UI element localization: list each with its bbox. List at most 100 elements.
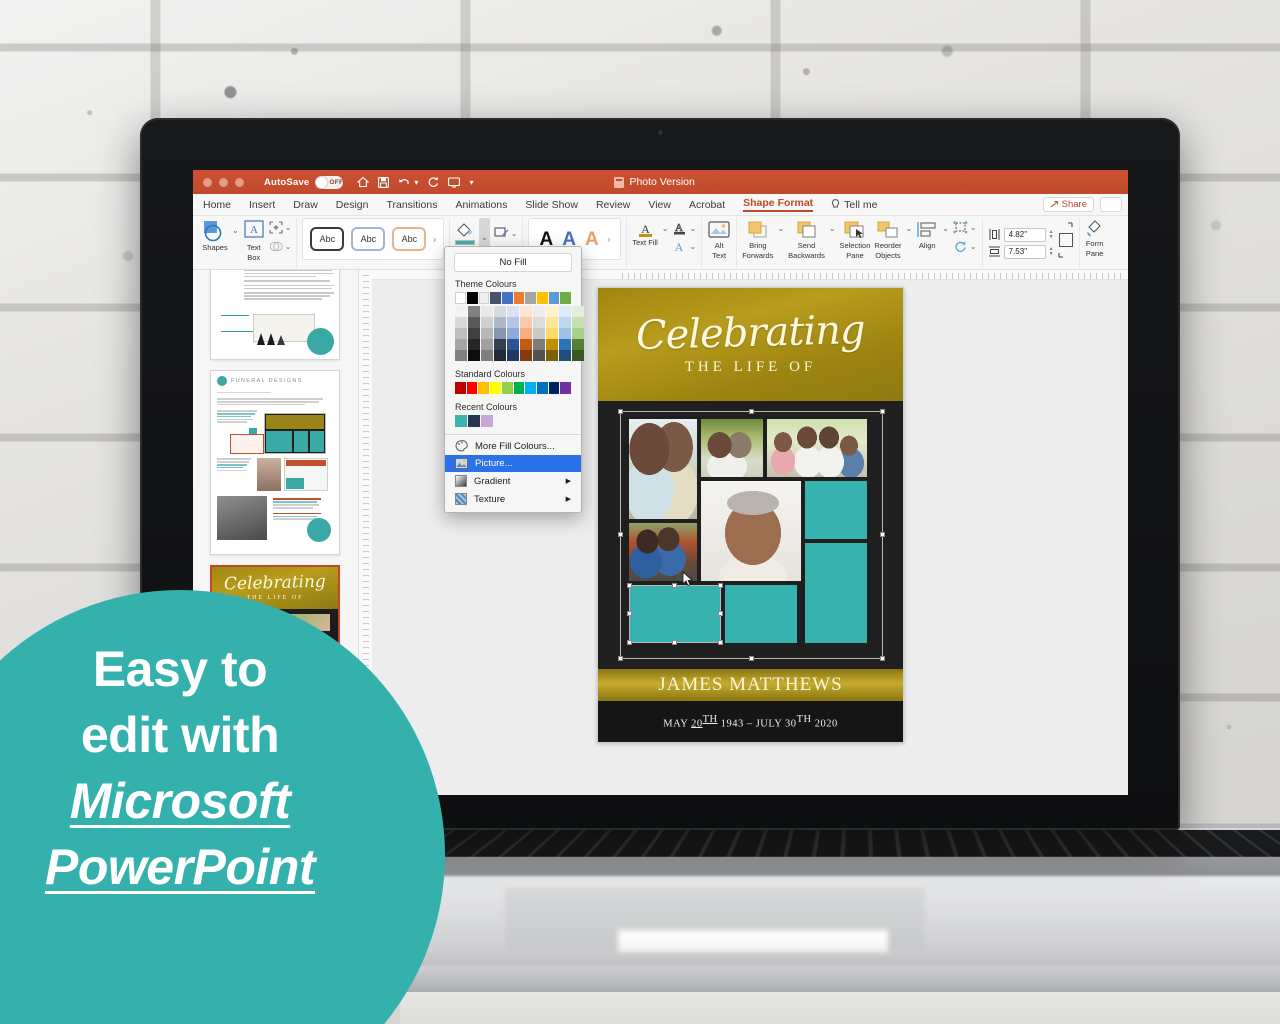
tab-slide-show[interactable]: Slide Show xyxy=(525,199,578,211)
ph-handle-mr[interactable] xyxy=(718,611,723,616)
theme-shade-1-2[interactable] xyxy=(468,328,480,339)
theme-shade-9-0[interactable] xyxy=(572,306,584,317)
home-icon[interactable] xyxy=(357,176,370,188)
document-title-chevron-down-icon[interactable]: ⌄ xyxy=(700,178,707,187)
tab-acrobat[interactable]: Acrobat xyxy=(689,199,725,211)
theme-shade-column-2[interactable] xyxy=(481,306,493,361)
theme-colour-1[interactable] xyxy=(466,292,478,304)
shape-style-3[interactable]: Abc xyxy=(392,227,427,251)
theme-shade-0-1[interactable] xyxy=(455,317,467,328)
photo-collage[interactable] xyxy=(598,401,903,669)
ph-handle-tm[interactable] xyxy=(672,583,677,588)
tab-transitions[interactable]: Transitions xyxy=(386,199,437,211)
no-fill-option[interactable]: No Fill xyxy=(454,253,572,272)
theme-shade-8-1[interactable] xyxy=(559,317,571,328)
format-pane-button[interactable]: Form Pane xyxy=(1085,218,1105,258)
tab-shape-format[interactable]: Shape Format xyxy=(743,197,814,212)
tell-me-search[interactable]: Tell me xyxy=(831,199,877,211)
theme-shade-4-0[interactable] xyxy=(507,306,519,317)
wordart-style-3[interactable]: A xyxy=(585,230,599,249)
slide-thumbnail-1[interactable] xyxy=(210,270,340,360)
shape-fill-button[interactable] xyxy=(455,218,476,245)
theme-shade-3-1[interactable] xyxy=(494,317,506,328)
redo-icon[interactable] xyxy=(427,176,439,188)
theme-shade-5-1[interactable] xyxy=(520,317,532,328)
theme-shade-4-3[interactable] xyxy=(507,339,519,350)
change-shape-chevron-down-icon[interactable]: ⌄ xyxy=(285,223,292,232)
undo-icon[interactable] xyxy=(398,177,410,188)
ph-handle-tl[interactable] xyxy=(627,583,632,588)
theme-shade-2-2[interactable] xyxy=(481,328,493,339)
standard-colour-4[interactable] xyxy=(501,382,513,394)
theme-shade-column-1[interactable] xyxy=(468,306,480,361)
texture-submenu-arrow-icon[interactable]: ▶ xyxy=(566,495,571,503)
standard-colour-6[interactable] xyxy=(525,382,536,394)
standard-colour-1[interactable] xyxy=(466,382,478,394)
theme-shade-0-0[interactable] xyxy=(455,306,467,317)
maximize-window-button[interactable] xyxy=(235,177,244,187)
theme-colour-9[interactable] xyxy=(560,292,571,304)
theme-shade-9-3[interactable] xyxy=(572,339,584,350)
theme-shade-6-0[interactable] xyxy=(533,306,545,317)
theme-shade-8-0[interactable] xyxy=(559,306,571,317)
merge-shapes-button[interactable]: ⌄ xyxy=(269,240,292,253)
tab-review[interactable]: Review xyxy=(596,199,630,211)
group-objects-chevron-down-icon[interactable]: ⌄ xyxy=(970,223,977,232)
theme-shade-4-1[interactable] xyxy=(507,317,519,328)
text-effects-chevron-down-icon[interactable]: ⌄ xyxy=(689,242,696,251)
resize-handle-bl[interactable] xyxy=(618,656,623,661)
theme-colour-8[interactable] xyxy=(548,292,560,304)
theme-colour-4[interactable] xyxy=(502,292,513,304)
text-outline-chevron-down-icon[interactable]: ⌄ xyxy=(689,224,696,233)
theme-shade-7-3[interactable] xyxy=(546,339,558,350)
standard-colour-0[interactable] xyxy=(455,382,466,394)
crop-controls[interactable] xyxy=(1058,218,1074,258)
reorder-objects-chevron-down-icon[interactable]: ⌄ xyxy=(906,218,913,233)
minimize-window-button[interactable] xyxy=(219,177,228,187)
theme-shade-1-0[interactable] xyxy=(468,306,480,317)
tab-design[interactable]: Design xyxy=(336,199,369,211)
theme-shade-1-3[interactable] xyxy=(468,339,480,350)
shape-styles-more-icon[interactable]: › xyxy=(433,235,436,244)
picture-fill-item[interactable]: Picture... xyxy=(445,455,581,472)
standard-colour-3[interactable] xyxy=(490,382,501,394)
current-slide[interactable]: Celebrating THE LIFE OF JAMES MATTHEWS M… xyxy=(597,287,904,743)
theme-shade-7-4[interactable] xyxy=(546,350,558,361)
texture-fill-item[interactable]: Texture ▶ xyxy=(445,490,581,508)
theme-shade-2-0[interactable] xyxy=(481,306,493,317)
theme-shade-8-3[interactable] xyxy=(559,339,571,350)
theme-colour-7[interactable] xyxy=(537,292,548,304)
shape-outline-chevron-down-icon[interactable]: ⌄ xyxy=(511,229,518,238)
theme-shade-column-5[interactable] xyxy=(520,306,532,361)
theme-shade-7-2[interactable] xyxy=(546,328,558,339)
standard-colour-9[interactable] xyxy=(560,382,572,394)
theme-shade-2-1[interactable] xyxy=(481,317,493,328)
gradient-submenu-arrow-icon[interactable]: ▶ xyxy=(566,477,571,485)
comments-button[interactable] xyxy=(1100,197,1122,212)
recent-colour-0[interactable] xyxy=(455,415,467,427)
resize-handle-tr[interactable] xyxy=(880,409,885,414)
resize-handle-tl[interactable] xyxy=(618,409,623,414)
window-controls[interactable] xyxy=(203,177,244,187)
merge-shapes-chevron-down-icon[interactable]: ⌄ xyxy=(285,242,292,251)
theme-colour-3[interactable] xyxy=(490,292,502,304)
autosave-toggle[interactable]: OFF xyxy=(315,175,344,189)
theme-shade-4-4[interactable] xyxy=(507,350,519,361)
shape-width-input[interactable]: 7.53" xyxy=(1003,244,1046,259)
theme-shade-6-1[interactable] xyxy=(533,317,545,328)
theme-shade-2-3[interactable] xyxy=(481,339,493,350)
gradient-fill-item[interactable]: Gradient ▶ xyxy=(445,472,581,490)
theme-shade-0-3[interactable] xyxy=(455,339,467,350)
theme-colours-shades[interactable] xyxy=(445,306,584,361)
standard-colour-8[interactable] xyxy=(548,382,560,394)
theme-shade-column-8[interactable] xyxy=(559,306,571,361)
theme-shade-column-4[interactable] xyxy=(507,306,519,361)
recent-colours-row[interactable] xyxy=(445,415,581,427)
theme-shade-8-4[interactable] xyxy=(559,350,571,361)
resize-handle-tm[interactable] xyxy=(748,409,754,414)
theme-shade-9-2[interactable] xyxy=(572,328,584,339)
shape-outline-button[interactable]: ⌄ xyxy=(494,218,518,240)
alt-text-button[interactable]: Alt Text xyxy=(707,218,731,260)
theme-shade-5-4[interactable] xyxy=(520,350,532,361)
ph-handle-ml[interactable] xyxy=(627,611,632,616)
